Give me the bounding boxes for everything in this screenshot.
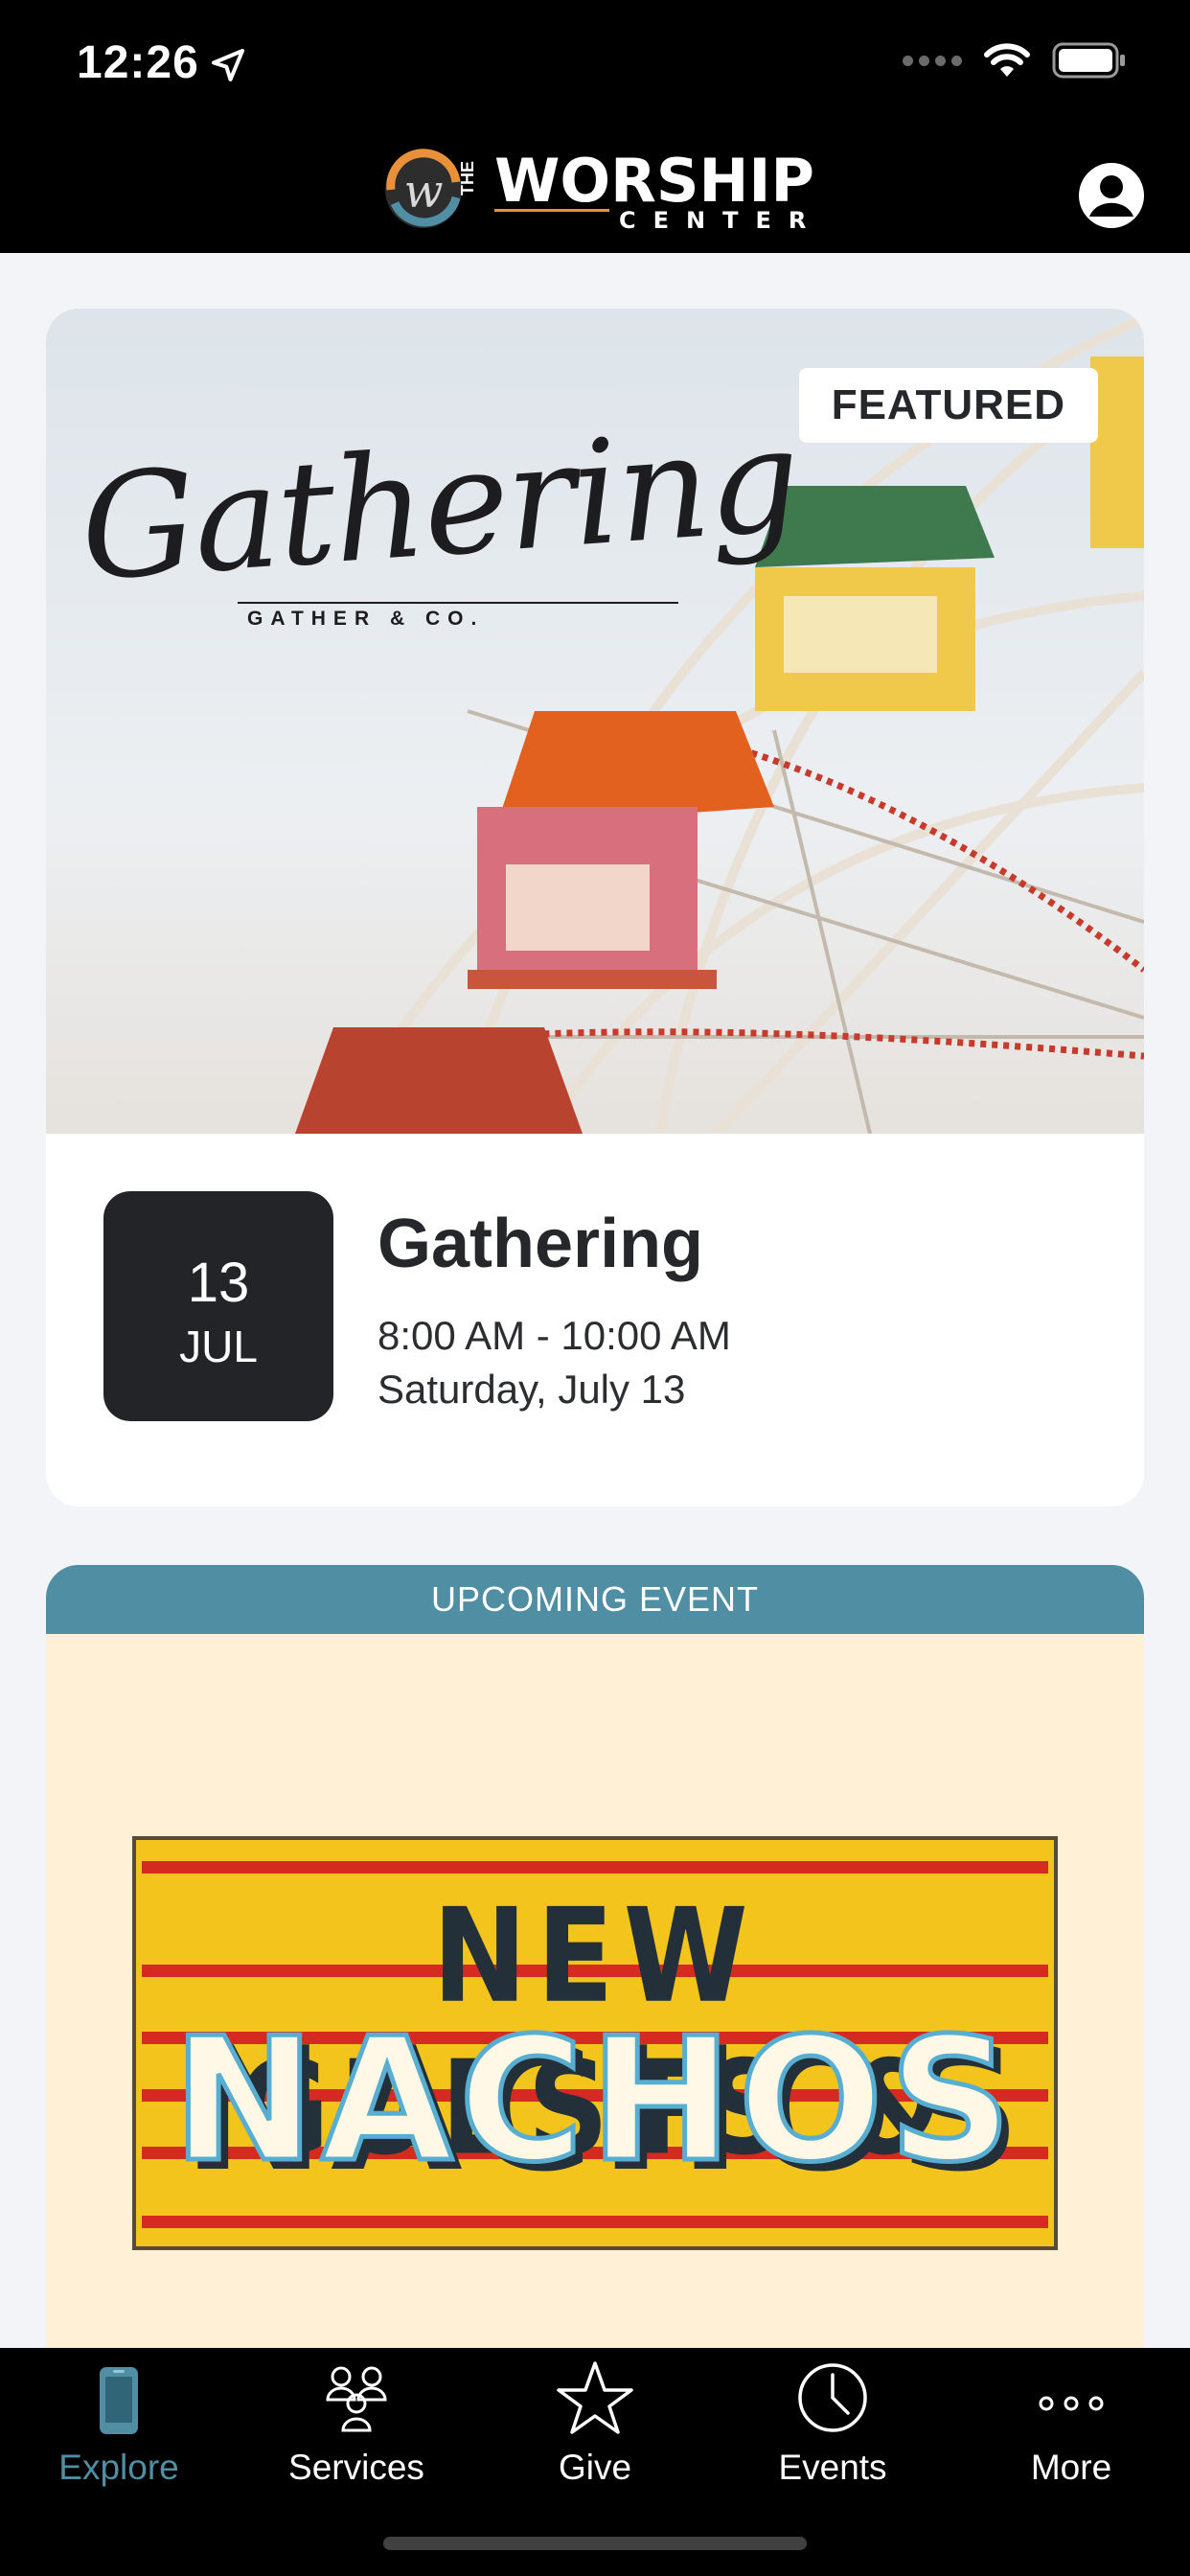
- location-arrow-icon: [212, 49, 244, 81]
- upcoming-event-header: UPCOMING EVENT: [46, 1565, 1144, 1634]
- svg-text:w: w: [403, 165, 443, 218]
- clock-icon: [798, 2363, 867, 2432]
- banner-stripe: [142, 1861, 1048, 1874]
- tab-explore[interactable]: Explore: [0, 2356, 238, 2488]
- new-guests-nachos-banner: NEW GUESTS & NACHOS: [132, 1836, 1058, 2250]
- tab-events[interactable]: Events: [714, 2356, 951, 2488]
- event-date-tile: 13 JUL: [103, 1191, 333, 1421]
- banner-stripe: [142, 2216, 1048, 2228]
- profile-icon[interactable]: [1077, 161, 1146, 230]
- status-time: 12:26: [77, 37, 199, 88]
- battery-icon: [1052, 42, 1125, 79]
- featured-event-image: Gathering GATHER & CO. FEATURED: [46, 309, 1144, 1134]
- script-underline: [238, 602, 678, 604]
- star-icon: [557, 2361, 633, 2434]
- tab-label: Services: [288, 2448, 424, 2487]
- event-date-day: 13: [187, 1252, 250, 1314]
- featured-badge: FEATURED: [798, 368, 1098, 443]
- tab-give[interactable]: Give: [476, 2356, 714, 2488]
- tab-label: Give: [558, 2448, 632, 2487]
- status-bar: 12:26: [0, 0, 1190, 125]
- event-title: Gathering: [378, 1206, 704, 1282]
- tab-more[interactable]: More: [952, 2356, 1190, 2488]
- event-date-text: Saturday, July 13: [378, 1367, 686, 1412]
- worship-center-logo[interactable]: w THE WORSHIP CENTER: [381, 140, 812, 236]
- status-indicators: [903, 42, 1127, 79]
- upcoming-event-card[interactable]: UPCOMING EVENT NEW GUESTS & NACHOS: [46, 1565, 1144, 2351]
- event-time-range: 8:00 AM - 10:00 AM: [378, 1313, 731, 1358]
- logo-text-the: THE: [458, 161, 477, 196]
- logo-text-worship: WORSHIP: [494, 146, 812, 216]
- tab-services[interactable]: Services: [238, 2356, 475, 2488]
- banner-text-line2: NACHOS: [171, 1999, 1018, 2202]
- more-dots-icon: [1039, 2396, 1104, 2411]
- tab-label: Explore: [58, 2448, 179, 2487]
- home-indicator: [383, 2537, 807, 2550]
- signal-icon: [903, 55, 962, 66]
- gathering-script-subtitle: GATHER & CO.: [247, 608, 485, 630]
- event-date-month: JUL: [179, 1322, 258, 1371]
- tab-label: More: [1030, 2448, 1112, 2487]
- logo-text-center: CENTER: [619, 207, 812, 234]
- tab-label: Events: [778, 2448, 887, 2487]
- wifi-icon: [984, 43, 1030, 77]
- featured-event-card[interactable]: Gathering GATHER & CO. FEATURED 13 JUL G…: [46, 309, 1144, 1506]
- people-icon: [326, 2366, 387, 2432]
- phone-icon: [100, 2367, 138, 2434]
